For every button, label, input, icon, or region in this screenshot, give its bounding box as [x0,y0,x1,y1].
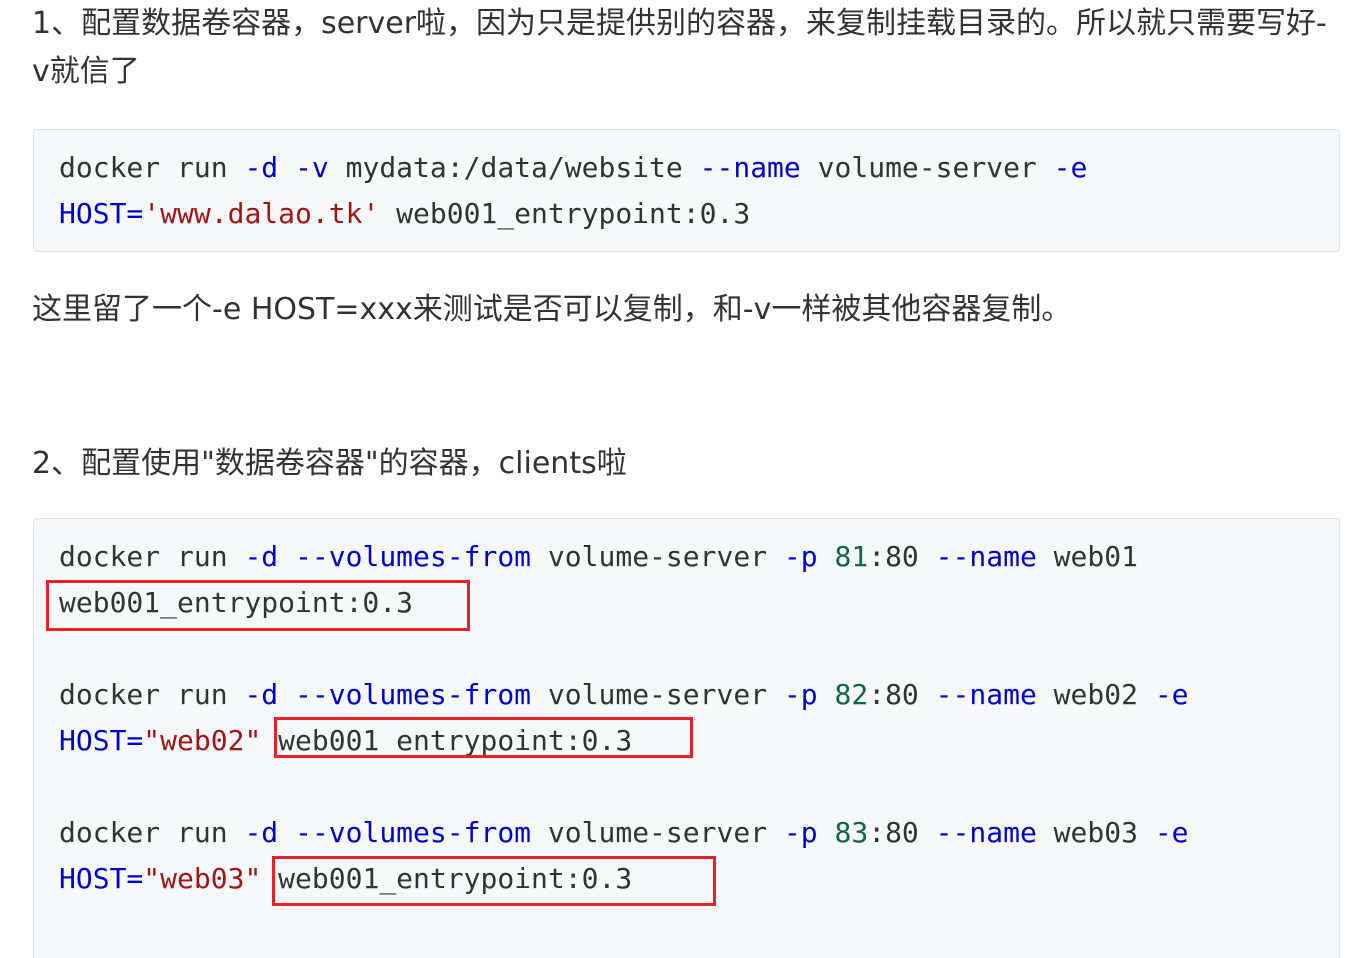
env-key: HOST= [59,862,144,895]
volume-source: volume-server [531,816,784,849]
flag-e: -e [1154,816,1189,849]
flag-p: -p [783,816,818,849]
flag-volumes-from: --volumes-from [295,816,532,849]
paragraph-step-2: 2、配置使用"数据卷容器"的容器，clients啦 [32,446,627,481]
env-value: "web03" [143,862,262,895]
highlight-box-image-3 [272,856,716,906]
highlight-box-image-1 [46,580,470,631]
flag-name: --name [935,540,1037,573]
code-line: docker run -d --volumes-from volume-serv… [59,537,1138,577]
flag-d: -d [244,151,279,184]
host-port: 82 [834,678,869,711]
env-value: "web02" [143,724,262,757]
volume-path: mydata:/data/website [328,151,700,184]
flag-d: -d [244,540,279,573]
code-token: docker [59,540,161,573]
code-line: HOST='www.dalao.tk' web001_entrypoint:0.… [59,194,750,234]
flag-name: --name [935,678,1037,711]
flag-p: -p [783,540,818,573]
container-name: web02 [1036,678,1155,711]
code-token: docker [59,678,161,711]
host-port: 81 [834,540,869,573]
code-block-volume-server: docker run -d -v mydata:/data/website --… [33,129,1340,252]
code-line: docker run -d -v mydata:/data/website --… [59,148,1087,188]
code-token: run [160,540,245,573]
code-token: run [160,816,245,849]
paragraph-step-1: 1、配置数据卷容器，server啦，因为只是提供别的容器，来复制挂载目录的。所以… [32,6,1327,89]
code-token: docker [59,151,161,184]
code-token: run [160,151,245,184]
flag-e: -e [1154,678,1189,711]
code-token: run [160,678,245,711]
flag-d: -d [244,816,279,849]
container-port: :80 [868,678,936,711]
flag-volumes-from: --volumes-from [295,678,532,711]
image-name: web001_entrypoint:0.3 [379,197,751,230]
volume-source: volume-server [531,540,784,573]
env-value: 'www.dalao.tk' [143,197,380,230]
container-name: volume-server [800,151,1054,184]
flag-v: -v [295,151,329,184]
container-port: :80 [868,816,936,849]
flag-name: --name [935,816,1037,849]
flag-p: -p [783,678,818,711]
code-token: docker [59,816,161,849]
container-name: web01 [1036,540,1138,573]
volume-source: volume-server [531,678,784,711]
host-port: 83 [834,816,869,849]
container-port: :80 [868,540,936,573]
flag-name: --name [699,151,801,184]
highlight-box-image-2 [274,717,693,758]
code-line: docker run -d --volumes-from volume-serv… [59,813,1189,853]
flag-volumes-from: --volumes-from [295,540,532,573]
code-line: docker run -d --volumes-from volume-serv… [59,675,1189,715]
env-key: HOST= [59,197,144,230]
flag-d: -d [244,678,279,711]
container-name: web03 [1036,816,1155,849]
flag-e: -e [1053,151,1088,184]
env-key: HOST= [59,724,144,757]
paragraph-host-note: 这里留了一个-e HOST=xxx来测试是否可以复制，和-v一样被其他容器复制。 [32,292,1072,327]
